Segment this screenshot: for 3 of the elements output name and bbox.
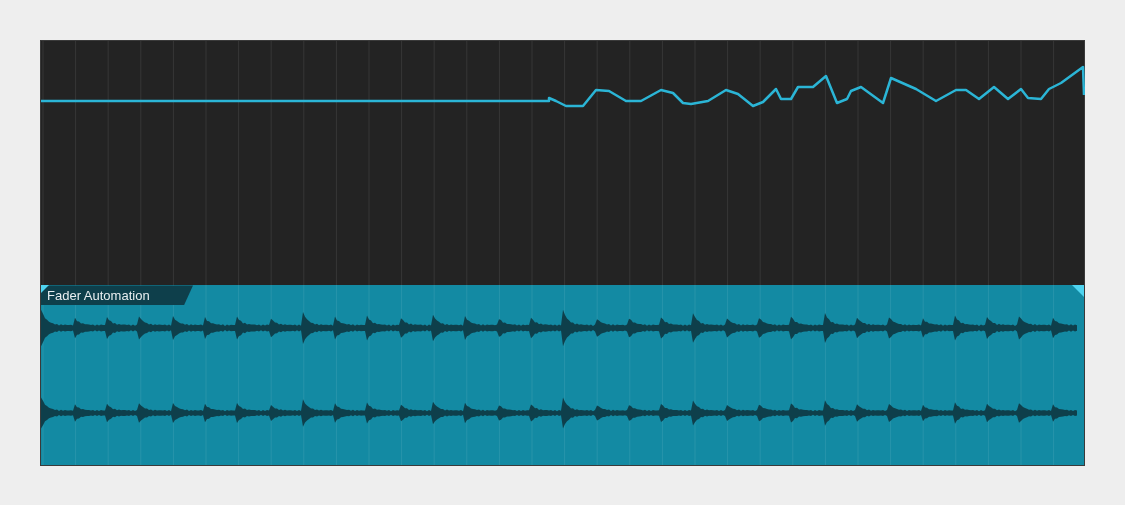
clip-start-icon — [41, 285, 49, 294]
clip-title: Fader Automation — [47, 286, 150, 305]
clip-corner-icon — [1072, 285, 1084, 298]
